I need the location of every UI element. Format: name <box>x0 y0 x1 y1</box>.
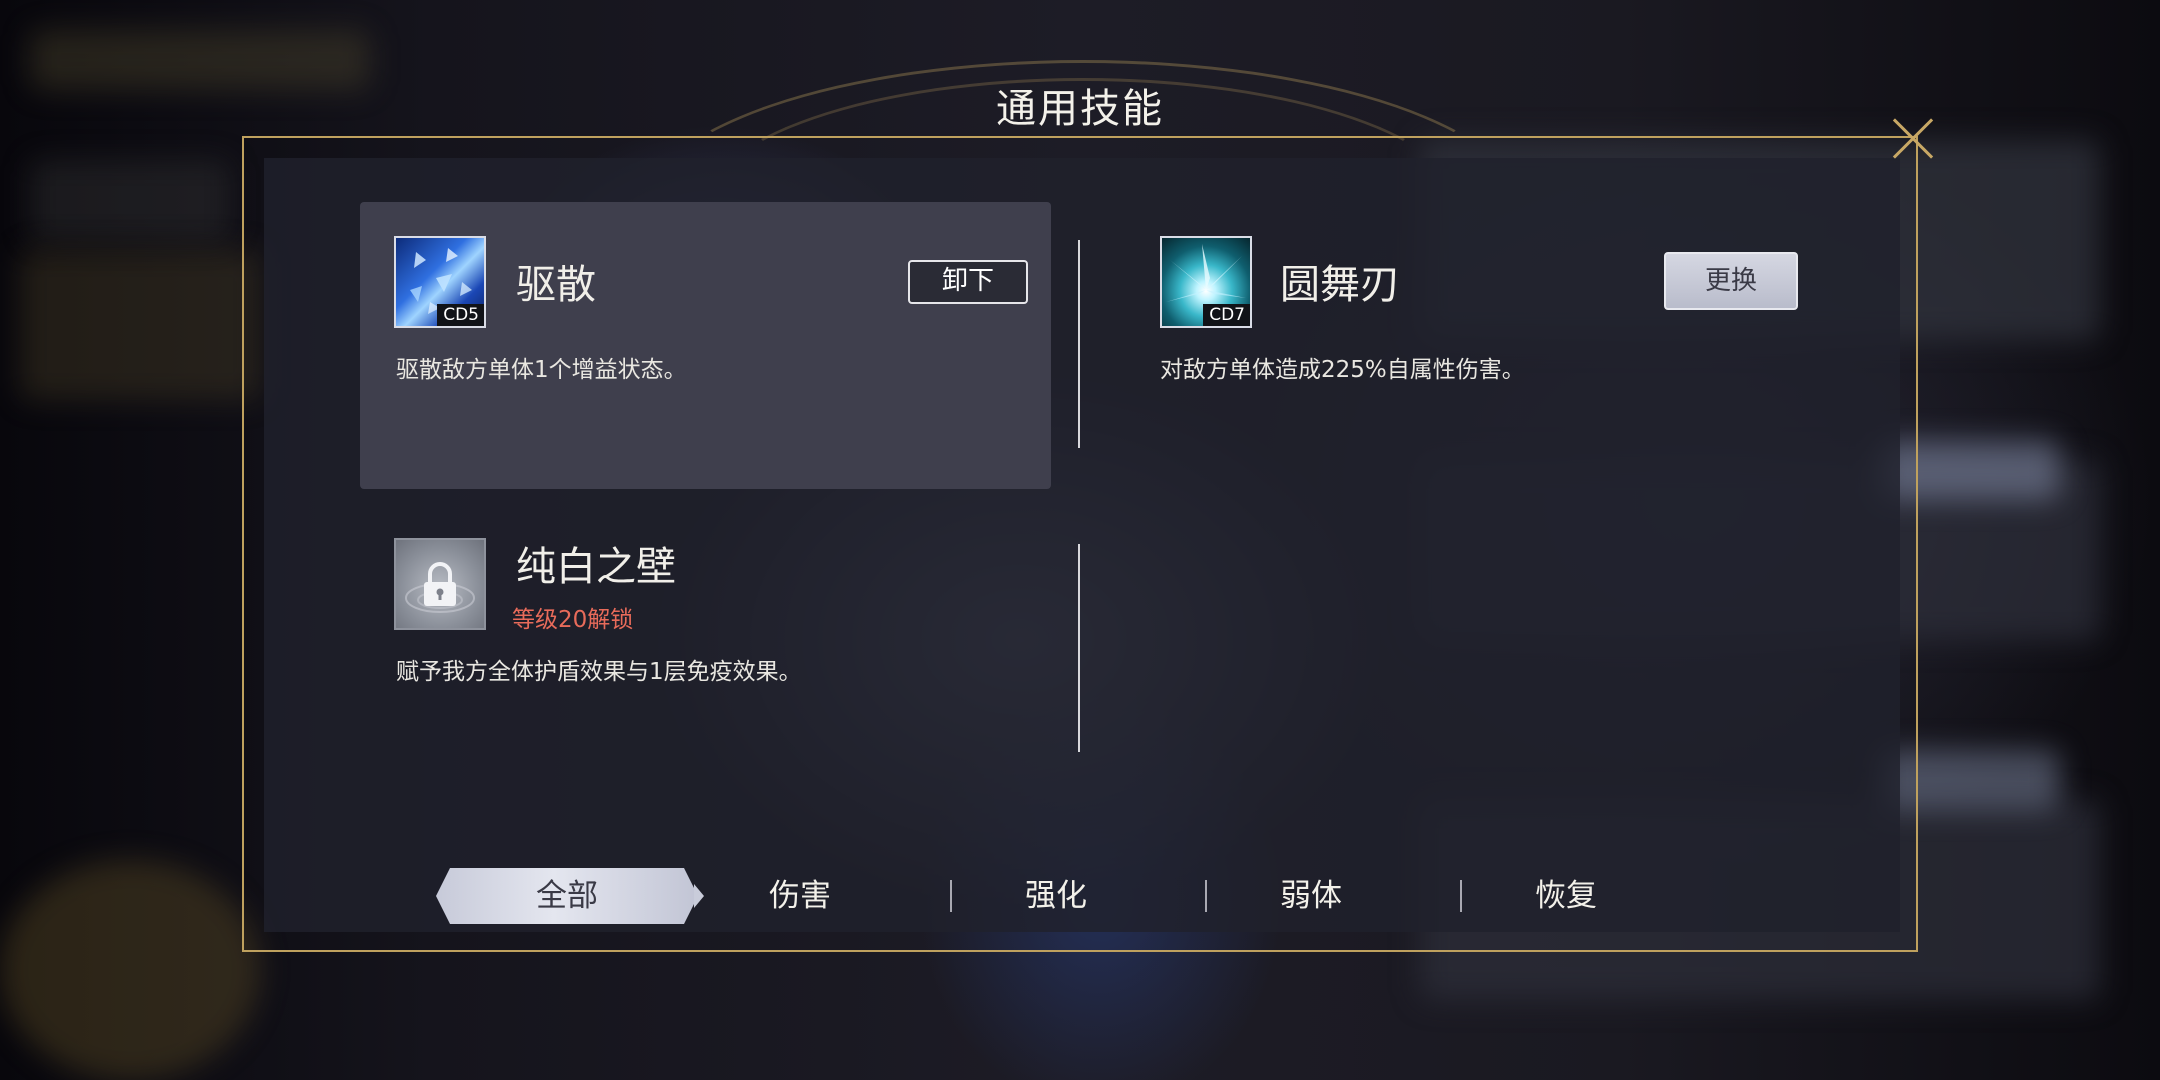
skill-name: 驱散 <box>516 262 596 308</box>
skill-name: 纯白之壁 <box>516 544 676 590</box>
tab-all[interactable]: 全部 <box>436 868 698 924</box>
unlock-requirement: 等级20解锁 <box>512 607 634 633</box>
background-left-menu <box>30 160 230 240</box>
blade-burst-icon: CD7 <box>1160 236 1252 328</box>
lock-icon <box>394 538 486 630</box>
replace-button[interactable]: 更换 <box>1664 252 1798 310</box>
background-left-menu-active <box>20 250 260 400</box>
tab-damage[interactable]: 伤害 <box>696 868 904 924</box>
tab-heal[interactable]: 恢复 <box>1461 868 1671 924</box>
cooldown-badge: CD7 <box>1203 304 1250 326</box>
column-divider <box>1078 240 1080 448</box>
skill-description: 赋予我方全体护盾效果与1层免疫效果。 <box>396 659 802 685</box>
skill-description: 对敌方单体造成225%自属性伤害。 <box>1160 357 1525 383</box>
dialog-title: 通用技能 <box>996 86 1164 132</box>
skill-name: 圆舞刃 <box>1280 262 1400 308</box>
background-gold-ornament <box>0 860 260 1080</box>
tab-debuff[interactable]: 弱体 <box>1206 868 1416 924</box>
shatter-icon: CD5 <box>394 236 486 328</box>
column-divider <box>1078 544 1080 752</box>
tab-buff[interactable]: 强化 <box>951 868 1161 924</box>
unequip-button[interactable]: 卸下 <box>908 260 1028 304</box>
skill-card-pure-white-wall[interactable]: 纯白之壁 等级20解锁 赋予我方全体护盾效果与1层免疫效果。 <box>360 504 1051 744</box>
skill-card-dispel[interactable]: CD5 驱散 卸下 驱散敌方单体1个增益状态。 <box>360 202 1051 489</box>
cooldown-badge: CD5 <box>437 304 484 326</box>
skill-card-blade-dance[interactable]: CD7 圆舞刃 更换 对敌方单体造成225%自属性伤害。 <box>1126 202 1826 489</box>
skill-description: 驱散敌方单体1个增益状态。 <box>396 357 687 383</box>
close-icon[interactable] <box>1890 116 1936 162</box>
